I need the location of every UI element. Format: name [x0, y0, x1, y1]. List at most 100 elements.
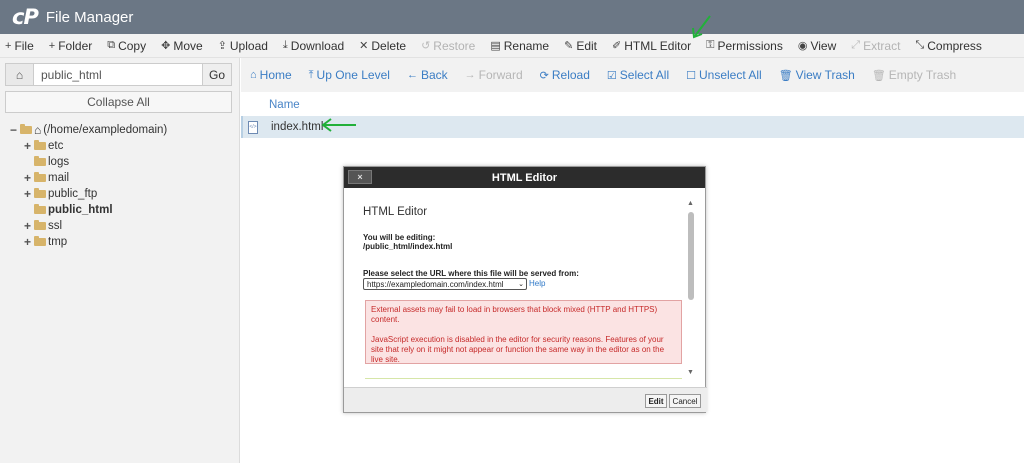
toolbar-rename-button[interactable]: ▤ Rename	[490, 39, 549, 53]
nav-back-button[interactable]: ← Back	[407, 68, 448, 82]
nav-home-button[interactable]: ⌂ Home	[250, 68, 292, 82]
warning-javascript: JavaScript execution is disabled in the …	[371, 335, 665, 364]
chevron-down-icon: ⌄	[518, 281, 524, 288]
nav-up-one-level-button[interactable]: ⤒ Up One Level	[309, 68, 390, 82]
toolbar-label: Move	[173, 38, 203, 53]
toolbar-label: Permissions	[717, 38, 783, 53]
nav-label: Reload	[551, 68, 590, 82]
expand-icon[interactable]: +	[24, 219, 34, 233]
toolbar-label: Compress	[927, 38, 982, 53]
toolbar-permissions-button[interactable]: ⚿ Permissions	[706, 39, 783, 53]
nav-empty-trash-button[interactable]: 🗑 Empty Trash	[872, 68, 956, 82]
home-icon: ⌂	[250, 69, 257, 81]
tree-item-public-html[interactable]: public_html	[10, 202, 167, 218]
nav-label: Unselect All	[699, 68, 762, 82]
folder-tree: − ⌂ (/home/exampledomain) + etc logs + mail + pub…	[10, 122, 167, 250]
toolbar-label: Delete	[371, 38, 407, 53]
download-icon: ⤓	[282, 39, 288, 51]
scroll-down-icon[interactable]: ▼	[687, 369, 694, 376]
copy-icon: ⧉	[107, 39, 116, 51]
scroll-up-icon[interactable]: ▲	[687, 200, 694, 207]
table-row[interactable]: </> index.html	[241, 116, 1024, 138]
folder-icon	[34, 172, 46, 182]
toolbar-label: Rename	[503, 38, 550, 53]
tree-item-home-exampledomain[interactable]: − ⌂ (/home/exampledomain)	[10, 122, 167, 138]
tree-item-public-ftp[interactable]: + public_ftp	[10, 186, 167, 202]
html-editor-dialog: × HTML Editor HTML Editor You will be ed…	[343, 166, 707, 413]
toolbar-copy-button[interactable]: ⧉ Copy	[107, 39, 146, 53]
tree-item-mail[interactable]: + mail	[10, 170, 167, 186]
dialog-title: HTML Editor	[491, 171, 558, 184]
collapse-all-button[interactable]: Collapse All	[5, 91, 232, 113]
edit-button[interactable]: Edit	[645, 394, 667, 408]
nav-select-all-button[interactable]: ☑ Select All	[607, 68, 669, 82]
path-bar: ⌂ public_html Go	[5, 63, 232, 86]
path-input[interactable]: public_html	[34, 63, 203, 86]
expand-icon[interactable]: +	[24, 171, 34, 185]
toolbar-upload-button[interactable]: ⇪ Upload	[218, 39, 268, 53]
html-file-icon: </>	[248, 120, 258, 134]
nav-label: Empty Trash	[888, 68, 957, 82]
expand-icon[interactable]: +	[24, 235, 34, 249]
app-titlebar: cP File Manager	[0, 0, 1024, 34]
scrollbar-thumb[interactable]	[688, 212, 694, 300]
folder-icon	[34, 156, 46, 166]
tree-item-tmp[interactable]: + tmp	[10, 234, 167, 250]
main-toolbar: + File + Folder ⧉ Copy ✥ Move ⇪ Upload ⤓ Download ✕ D…	[0, 34, 1024, 58]
reload-icon: ⟳	[539, 69, 549, 82]
toolbar-view-button[interactable]: ◉ View	[798, 39, 836, 53]
arrow-icon	[692, 15, 711, 39]
dialog-footer: Edit Cancel	[344, 387, 707, 412]
tree-item-etc[interactable]: + etc	[10, 138, 167, 154]
sidebar: ⌂ public_html Go Collapse All − ⌂ (/home/e…	[0, 58, 240, 463]
folder-icon	[20, 124, 32, 134]
toolbar-label: Edit	[576, 38, 597, 53]
toolbar-compress-button[interactable]: ⤡ Compress	[915, 39, 982, 53]
go-button[interactable]: Go	[203, 63, 232, 86]
toolbar-label: File	[14, 38, 34, 53]
expand-icon[interactable]: +	[24, 139, 34, 153]
view-icon: ◉	[797, 40, 808, 52]
collapse-icon[interactable]: −	[10, 123, 20, 137]
toolbar-move-button[interactable]: ✥ Move	[161, 39, 203, 53]
toolbar-html-editor-button[interactable]: ✐ HTML Editor	[612, 39, 691, 53]
folder-icon	[34, 188, 46, 198]
toolbar-folder-button[interactable]: + Folder	[49, 39, 92, 53]
tree-item-label: logs	[48, 156, 70, 168]
toolbar-delete-button[interactable]: ✕ Delete	[359, 39, 406, 53]
nav-unselect-all-button[interactable]: ☐ Unselect All	[686, 68, 762, 82]
cancel-button[interactable]: Cancel	[669, 394, 701, 408]
nav-forward-button[interactable]: → Forward	[465, 68, 523, 82]
compress-icon: ⤡	[915, 39, 925, 51]
toolbar-extract-button[interactable]: ⤢ Extract	[851, 39, 900, 53]
column-header-name[interactable]: Name	[241, 94, 1024, 116]
tree-item-ssl[interactable]: + ssl	[10, 218, 167, 234]
tree-item-label: (/home/exampledomain)	[43, 124, 168, 136]
warning-mixed-content: External assets may fail to load in brow…	[371, 305, 658, 324]
dialog-header: × HTML Editor	[344, 167, 705, 188]
tree-item-label: tmp	[48, 236, 68, 248]
rename-icon: ▤	[490, 40, 501, 52]
toolbar-label: Download	[290, 38, 345, 53]
url-select-label: Please select the URL where this file wi…	[363, 269, 579, 278]
upload-icon: ⇪	[217, 40, 227, 52]
tree-item-logs[interactable]: logs	[10, 154, 167, 170]
nav-view-trash-button[interactable]: 🗑 View Trash	[779, 68, 855, 82]
toolbar-restore-button[interactable]: ↺ Restore	[421, 39, 475, 53]
nav-reload-button[interactable]: ⟳ Reload	[540, 68, 590, 82]
move-icon: ✥	[161, 40, 171, 52]
url-select[interactable]: https://exampledomain.com/index.html ⌄	[363, 278, 527, 290]
dialog-scrollbar[interactable]: ▲ ▼	[687, 200, 695, 376]
toolbar-edit-button[interactable]: ✎ Edit	[564, 39, 597, 53]
app-title: File Manager	[45, 8, 134, 26]
toolbar-download-button[interactable]: ⤓ Download	[283, 39, 344, 53]
nav-label: Back	[420, 68, 448, 82]
close-icon[interactable]: ×	[348, 170, 372, 184]
toolbar-label: Copy	[118, 38, 147, 53]
toolbar-file-button[interactable]: + File	[5, 39, 34, 53]
nav-label: Up One Level	[316, 68, 390, 82]
expand-icon[interactable]: +	[24, 187, 34, 201]
home-path-button[interactable]: ⌂	[5, 63, 34, 86]
help-link[interactable]: Help	[529, 279, 545, 288]
html-editor-icon: ✐	[612, 40, 622, 52]
